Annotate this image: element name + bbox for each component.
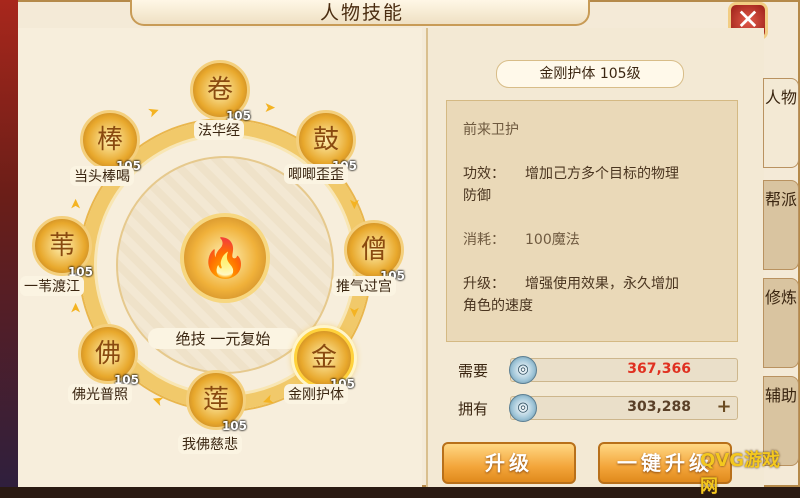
skill-subtitle: 前来卫护 — [463, 122, 519, 138]
skill-node-jingganghuti[interactable]: 金 105 — [294, 328, 355, 391]
silver-coin-icon: ◎ — [509, 356, 537, 384]
tab-guild[interactable]: 帮派 — [763, 180, 799, 270]
arrow-icon: ➤ — [345, 198, 362, 210]
tab-label: 人物 — [764, 88, 797, 107]
title-bar: 人物技能 — [130, 0, 590, 26]
skill-node-fahuajing[interactable]: 卷 105 — [190, 60, 251, 123]
skill-label: 我佛慈悲 — [178, 434, 242, 454]
skill-label: 金刚护体 — [284, 384, 348, 404]
skill-label: 唧唧歪歪 — [284, 164, 348, 184]
add-currency-button[interactable]: + — [715, 398, 733, 416]
upgrade-text-2: 角色的速度 — [463, 298, 533, 314]
tab-label: 帮派 — [764, 190, 797, 209]
skill-node-wofocibei[interactable]: 莲 105 — [186, 370, 247, 433]
arrow-icon: ➤ — [149, 390, 167, 410]
ultimate-skill-label: 绝技 一元复始 — [148, 328, 298, 349]
window-title: 人物技能 — [319, 2, 404, 24]
flame-icon: 🔥 — [201, 236, 249, 280]
arrow-icon: ➤ — [145, 102, 163, 122]
effect-text: 增加己方多个目标的物理 — [525, 166, 679, 182]
skill-level: 105 — [221, 419, 247, 433]
cost-value: 100魔法 — [525, 232, 580, 248]
upgrade-label: 升级： — [463, 276, 505, 292]
arrow-icon: ➤ — [264, 100, 276, 116]
background-edge — [0, 0, 18, 487]
ultimate-skill-button[interactable]: 🔥 — [180, 213, 270, 303]
skill-title: 金刚护体 105级 — [496, 60, 684, 88]
cost-label: 消耗： — [463, 232, 505, 248]
skill-label: 佛光普照 — [68, 384, 132, 404]
need-label: 需要 — [458, 362, 489, 380]
watermark-text: QVG游戏网 — [700, 450, 781, 497]
need-bar: ◎ 367,366 — [509, 356, 738, 384]
have-label: 拥有 — [458, 400, 489, 418]
effect-text-2: 防御 — [463, 188, 491, 204]
arrow-icon: ➤ — [67, 198, 84, 210]
tab-character[interactable]: 人物 — [763, 78, 799, 168]
skill-node-yiweidujiang[interactable]: 苇 105 — [32, 216, 93, 279]
silver-coin-icon: ◎ — [509, 394, 537, 422]
skill-label: 法华经 — [194, 120, 244, 140]
upgrade-text: 增强使用效果，永久增加 — [525, 276, 679, 292]
skill-node-tuiqiguogong[interactable]: 僧 105 — [344, 220, 405, 283]
skill-detail-panel: 金刚护体 105级 前来卫护 功效： 增加己方多个目标的物理 防御 消耗： 10… — [426, 28, 764, 487]
skill-label: 一苇渡江 — [20, 276, 84, 296]
need-value: 367,366 — [627, 361, 691, 377]
have-value: 303,288 — [627, 399, 691, 415]
upgrade-button[interactable]: 升级 — [442, 442, 576, 484]
skill-label: 推气过宫 — [332, 276, 396, 296]
effect-label: 功效： — [463, 166, 505, 182]
skill-wheel-panel: 🔥 绝技 一元复始 卷 105 法华经 鼓 105 唧唧歪歪 僧 105 推气过… — [18, 28, 422, 487]
tab-label: 辅助 — [764, 386, 797, 405]
arrow-icon: ➤ — [345, 306, 362, 318]
skill-label: 当头棒喝 — [70, 166, 134, 186]
tab-label: 修炼 — [764, 288, 797, 307]
skill-node-dangtoubanghe[interactable]: 棒 105 — [80, 110, 141, 173]
tab-cultivation[interactable]: 修炼 — [763, 278, 799, 368]
skill-description: 前来卫护 功效： 增加己方多个目标的物理 防御 消耗： 100魔法 升级： 增强… — [446, 100, 738, 342]
have-bar: ◎ 303,288 + — [509, 394, 738, 422]
skill-node-jijiwaiwai[interactable]: 鼓 105 — [296, 110, 357, 173]
arrow-icon: ➤ — [67, 302, 84, 314]
watermark: QVG游戏网 — [650, 440, 790, 497]
skill-node-foguangpuzhao[interactable]: 佛 105 — [78, 324, 139, 387]
